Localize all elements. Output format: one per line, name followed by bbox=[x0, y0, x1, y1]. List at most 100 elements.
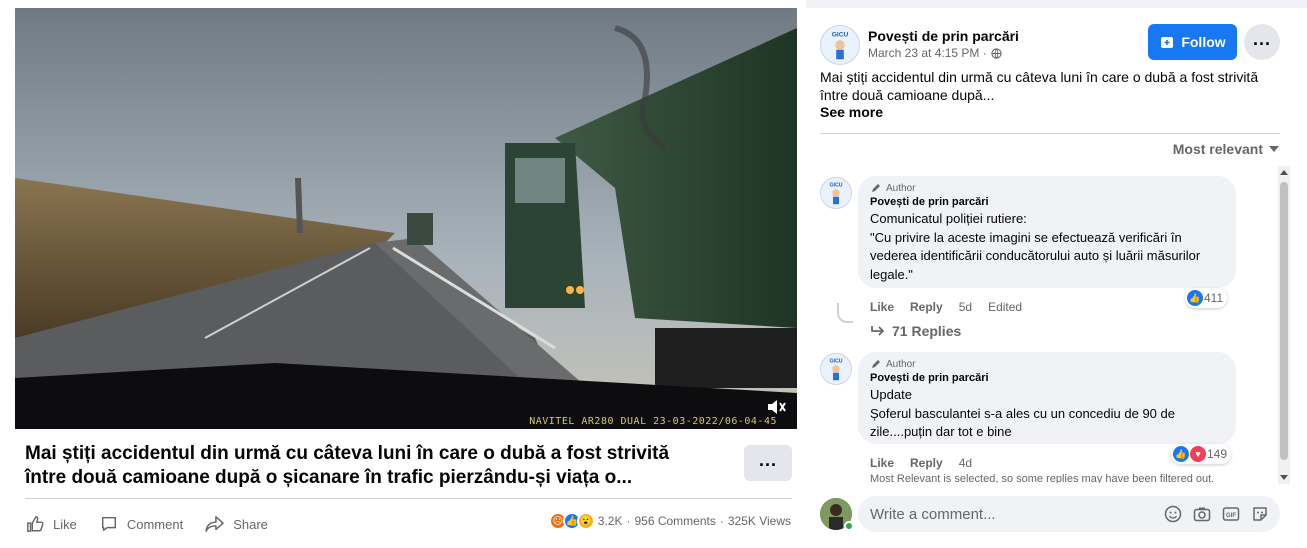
love-reaction-icon: ♥ bbox=[1190, 446, 1206, 462]
post-sidebar: GICU Povești de prin parcări March 23 at… bbox=[806, 8, 1307, 548]
page-avatar[interactable]: GICU bbox=[820, 25, 860, 65]
post-timestamp[interactable]: March 23 at 4:15 PM · bbox=[868, 46, 1002, 60]
comment-text-line: vederea identificării conducătorului aut… bbox=[870, 248, 1201, 263]
comment-text-line: legale." bbox=[870, 266, 913, 282]
comment-text-line: Update bbox=[870, 387, 912, 402]
follow-label: Follow bbox=[1181, 34, 1226, 50]
comment-author[interactable]: Povești de prin parcări bbox=[870, 196, 1224, 208]
share-button[interactable]: Share bbox=[205, 514, 268, 534]
sort-label: Most relevant bbox=[1172, 141, 1263, 157]
share-icon bbox=[205, 514, 225, 534]
author-badge: Author bbox=[870, 358, 1224, 370]
like-reaction-icon: 👍 bbox=[1173, 446, 1189, 462]
comment-author[interactable]: Povești de prin parcări bbox=[870, 372, 1224, 384]
more-icon: ... bbox=[1252, 29, 1271, 49]
comment-reactions[interactable]: 👍 411 bbox=[1185, 288, 1228, 308]
reaction-count[interactable]: 3.2K bbox=[598, 514, 623, 528]
like-button[interactable]: Like bbox=[25, 514, 77, 534]
stats-separator: · bbox=[626, 514, 631, 528]
dashcam-timestamp: NAVITEL AR280 DUAL 23-03-2022/06-04-45 bbox=[529, 416, 777, 427]
composer-tools: GIF bbox=[1154, 504, 1270, 524]
post-actions: Like Comment Share bbox=[25, 508, 290, 540]
comment-bubble: Author Povești de prin parcări Update Șo… bbox=[858, 352, 1236, 444]
view-replies-link[interactable]: 71 Replies bbox=[870, 323, 961, 339]
online-indicator bbox=[844, 521, 854, 531]
comment-reply-button[interactable]: Reply bbox=[910, 456, 943, 470]
comment-text-line: Comunicatul poliției rutiere: bbox=[870, 211, 1027, 226]
comment-count[interactable]: 956 Comments bbox=[634, 514, 715, 528]
comment-reactions[interactable]: 👍 ♥ 149 bbox=[1171, 444, 1232, 464]
author-badge: Author bbox=[870, 182, 1224, 194]
comment-actions: Like Reply 4d bbox=[870, 456, 988, 470]
pencil-icon bbox=[872, 360, 880, 368]
comment-reply-button[interactable]: Reply bbox=[910, 300, 943, 314]
comment-composer: GIF bbox=[858, 496, 1280, 532]
camera-icon[interactable] bbox=[1192, 504, 1212, 524]
sticker-icon[interactable] bbox=[1250, 504, 1270, 524]
comment-actions: Like Reply 5d Edited bbox=[870, 300, 1038, 314]
more-icon: ... bbox=[758, 450, 777, 470]
post-text-line: Mai știți accidentul din urmă cu câteva … bbox=[820, 69, 1259, 85]
post-text-line: între două camioane după... bbox=[820, 87, 995, 103]
view-count: 325K Views bbox=[727, 514, 791, 528]
svg-text:GICU: GICU bbox=[832, 31, 849, 38]
comment-text-line: zile....puțin dar tot e bine bbox=[870, 424, 1012, 439]
page-name[interactable]: Povești de prin parcări bbox=[868, 28, 1019, 44]
scroll-thumb[interactable] bbox=[1280, 182, 1288, 460]
author-tag-label: Author bbox=[886, 182, 916, 194]
like-reaction-icon: 👍 bbox=[1187, 290, 1203, 306]
comment-like-button[interactable]: Like bbox=[870, 456, 894, 470]
comment-button[interactable]: Comment bbox=[99, 514, 183, 534]
comment-input[interactable] bbox=[870, 496, 1160, 532]
comment-avatar[interactable]: GICU bbox=[820, 353, 852, 385]
follow-page-icon bbox=[1161, 37, 1174, 48]
post-text: Mai știți accidentul din urmă cu câteva … bbox=[820, 68, 1280, 104]
svg-text:GICU: GICU bbox=[829, 358, 842, 364]
reaction-icons[interactable]: ☹ 👍 😮 bbox=[548, 512, 595, 530]
see-more-link[interactable]: See more bbox=[820, 104, 883, 120]
comment-bubble: Author Povești de prin parcări Comunicat… bbox=[858, 176, 1236, 288]
post-more-button[interactable]: ... bbox=[1244, 24, 1280, 60]
share-label: Share bbox=[233, 516, 268, 532]
comment-like-button[interactable]: Like bbox=[870, 300, 894, 314]
post-stats: ☹ 👍 😮 3.2K · 956 Comments · 325K Views bbox=[548, 512, 791, 530]
comment-text-line: Șoferul basculantei s-a ales cu un conce… bbox=[870, 405, 1175, 421]
scroll-up-icon[interactable] bbox=[1280, 170, 1288, 175]
comment-age[interactable]: 4d bbox=[959, 456, 972, 470]
comment-age[interactable]: 5d bbox=[959, 300, 972, 314]
comment-reaction-count: 411 bbox=[1204, 291, 1224, 305]
like-label: Like bbox=[53, 516, 77, 532]
volume-icon[interactable] bbox=[765, 395, 789, 419]
video-title: Mai știți accidentul din urmă cu câteva … bbox=[25, 443, 670, 488]
video-player[interactable]: NAVITEL AR280 DUAL 23-03-2022/06-04-45 bbox=[15, 8, 797, 429]
comment-reaction-count: 149 bbox=[1207, 447, 1228, 461]
post-time-text: March 23 at 4:15 PM · bbox=[868, 46, 987, 60]
emoji-icon[interactable] bbox=[1163, 504, 1183, 524]
wow-reaction-icon: 😮 bbox=[576, 512, 595, 530]
comments-list: GICU Author Povești de prin parcări Comu… bbox=[806, 163, 1292, 483]
caret-down-icon bbox=[1269, 146, 1279, 152]
globe-icon bbox=[991, 47, 1002, 59]
comments-scrollbar[interactable] bbox=[1278, 166, 1290, 484]
author-tag-label: Author bbox=[886, 358, 916, 370]
svg-text:GIF: GIF bbox=[1226, 513, 1236, 519]
divider bbox=[25, 498, 792, 499]
scroll-down-icon[interactable] bbox=[1280, 475, 1288, 480]
video-title-row: Mai știți accidentul din urmă cu câteva … bbox=[25, 440, 795, 492]
pencil-icon bbox=[872, 184, 880, 192]
comment-avatar[interactable]: GICU bbox=[820, 177, 852, 209]
comment-text-line: "Cu privire la aceste imagini se efectue… bbox=[870, 229, 1182, 245]
post-viewer: NAVITEL AR280 DUAL 23-03-2022/06-04-45 M… bbox=[0, 0, 1307, 548]
video-more-button[interactable]: ... bbox=[744, 445, 792, 481]
comment-sort-dropdown[interactable]: Most relevant bbox=[1173, 141, 1279, 157]
comment-edited: Edited bbox=[988, 300, 1023, 314]
gif-icon[interactable]: GIF bbox=[1221, 504, 1241, 524]
reply-arrow-icon bbox=[871, 326, 884, 336]
follow-button[interactable]: Follow bbox=[1148, 24, 1237, 60]
video-frame bbox=[15, 8, 797, 429]
stats-separator: · bbox=[719, 514, 724, 528]
replies-label: 71 Replies bbox=[892, 323, 962, 339]
comment-label: Comment bbox=[126, 516, 184, 532]
divider bbox=[820, 133, 1280, 134]
video-column: NAVITEL AR280 DUAL 23-03-2022/06-04-45 M… bbox=[0, 0, 806, 548]
